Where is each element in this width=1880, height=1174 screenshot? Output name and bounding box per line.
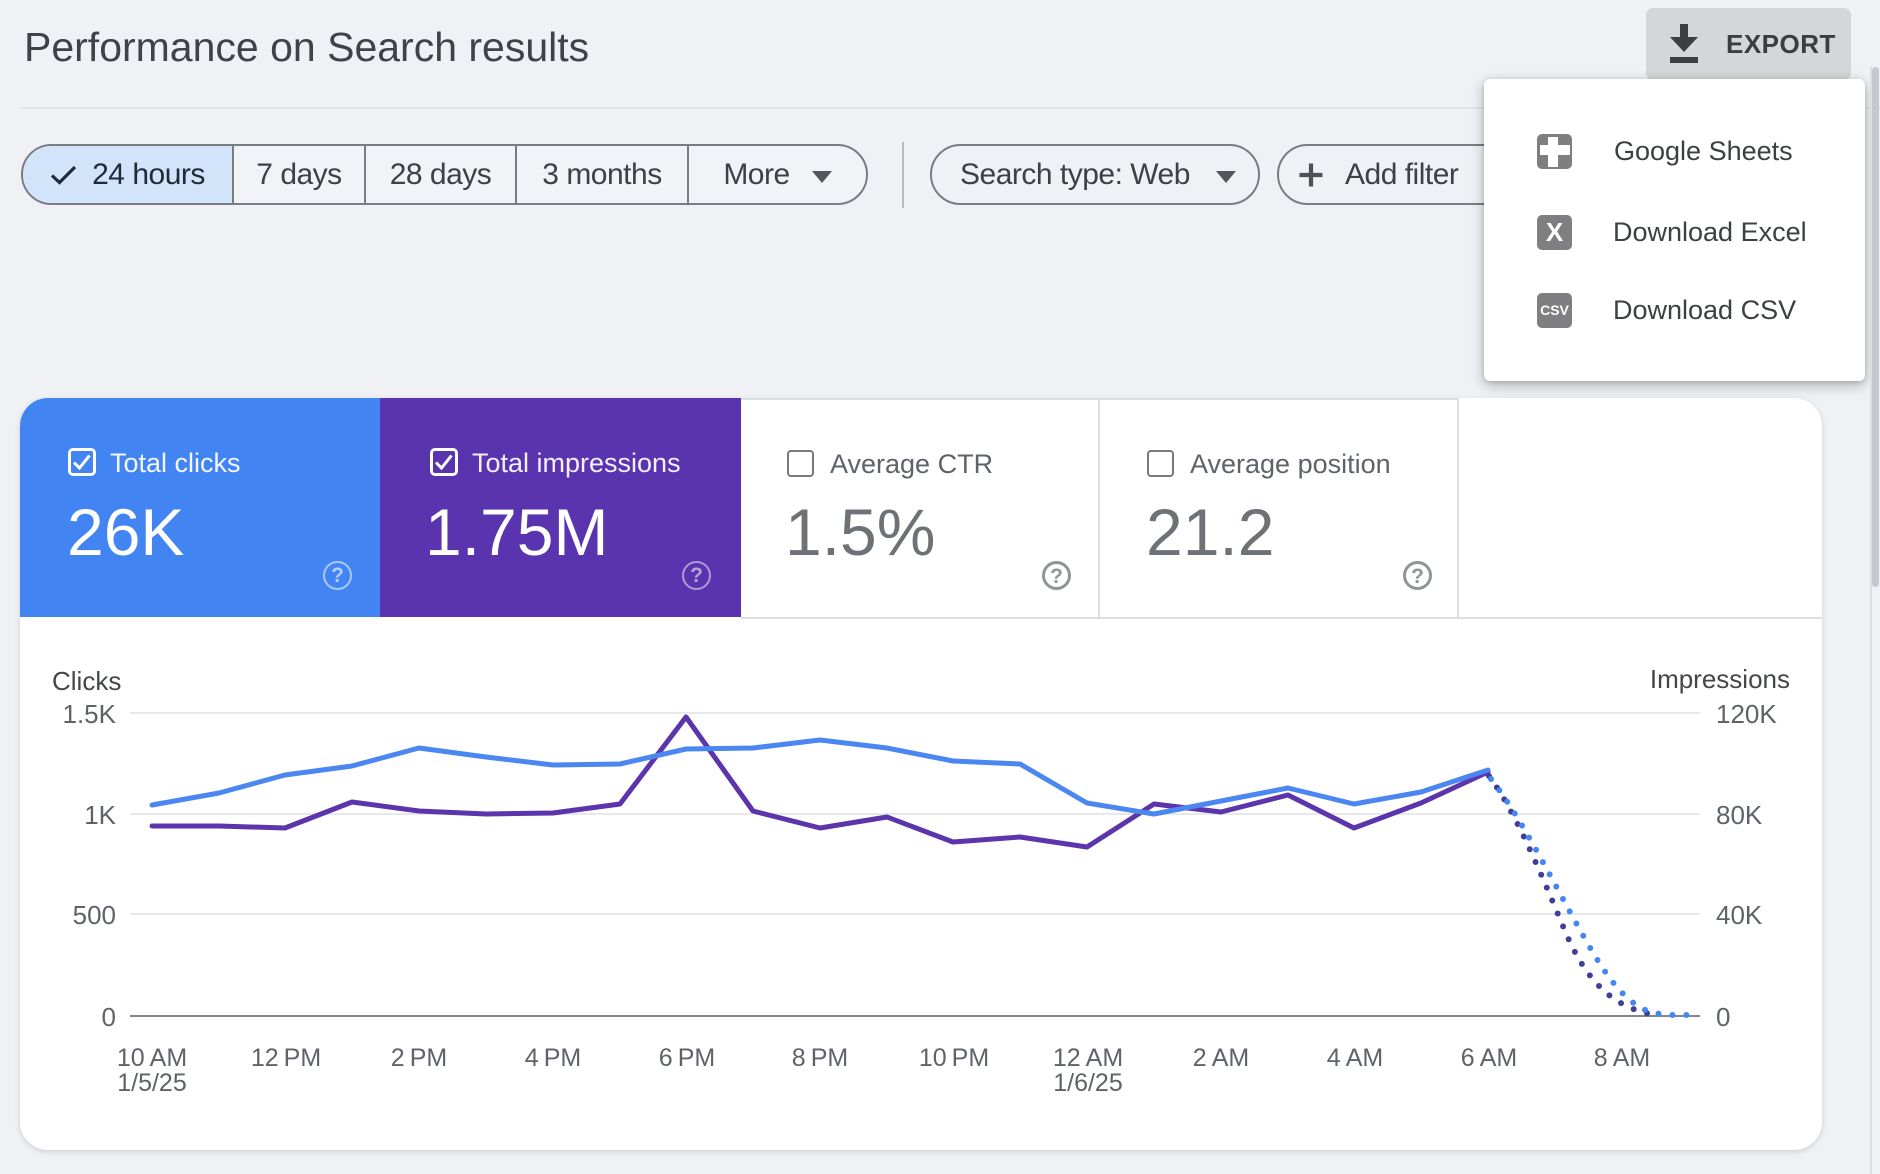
svg-text:10 AM: 10 AM (117, 1044, 187, 1072)
svg-text:12 PM: 12 PM (251, 1044, 321, 1072)
svg-text:8 AM: 8 AM (1594, 1044, 1650, 1072)
svg-text:40K: 40K (1716, 900, 1763, 930)
svg-text:1K: 1K (84, 800, 116, 830)
svg-text:1/6/25: 1/6/25 (1053, 1069, 1123, 1097)
svg-text:0: 0 (102, 1002, 116, 1032)
svg-text:4 PM: 4 PM (525, 1044, 581, 1072)
svg-text:4 AM: 4 AM (1327, 1044, 1383, 1072)
svg-text:500: 500 (73, 900, 116, 930)
svg-text:Clicks: Clicks (52, 666, 121, 696)
svg-text:1.5K: 1.5K (63, 699, 117, 729)
svg-text:2 PM: 2 PM (391, 1044, 447, 1072)
svg-text:2 AM: 2 AM (1193, 1044, 1249, 1072)
svg-text:1/5/25: 1/5/25 (117, 1069, 187, 1097)
svg-text:6 AM: 6 AM (1461, 1044, 1517, 1072)
svg-text:8 PM: 8 PM (792, 1044, 848, 1072)
svg-text:6 PM: 6 PM (659, 1044, 715, 1072)
svg-text:Impressions: Impressions (1650, 664, 1790, 694)
svg-text:0: 0 (1716, 1002, 1730, 1032)
svg-text:10 PM: 10 PM (919, 1044, 989, 1072)
svg-text:120K: 120K (1716, 699, 1777, 729)
svg-text:80K: 80K (1716, 800, 1763, 830)
svg-text:12 AM: 12 AM (1053, 1044, 1123, 1072)
